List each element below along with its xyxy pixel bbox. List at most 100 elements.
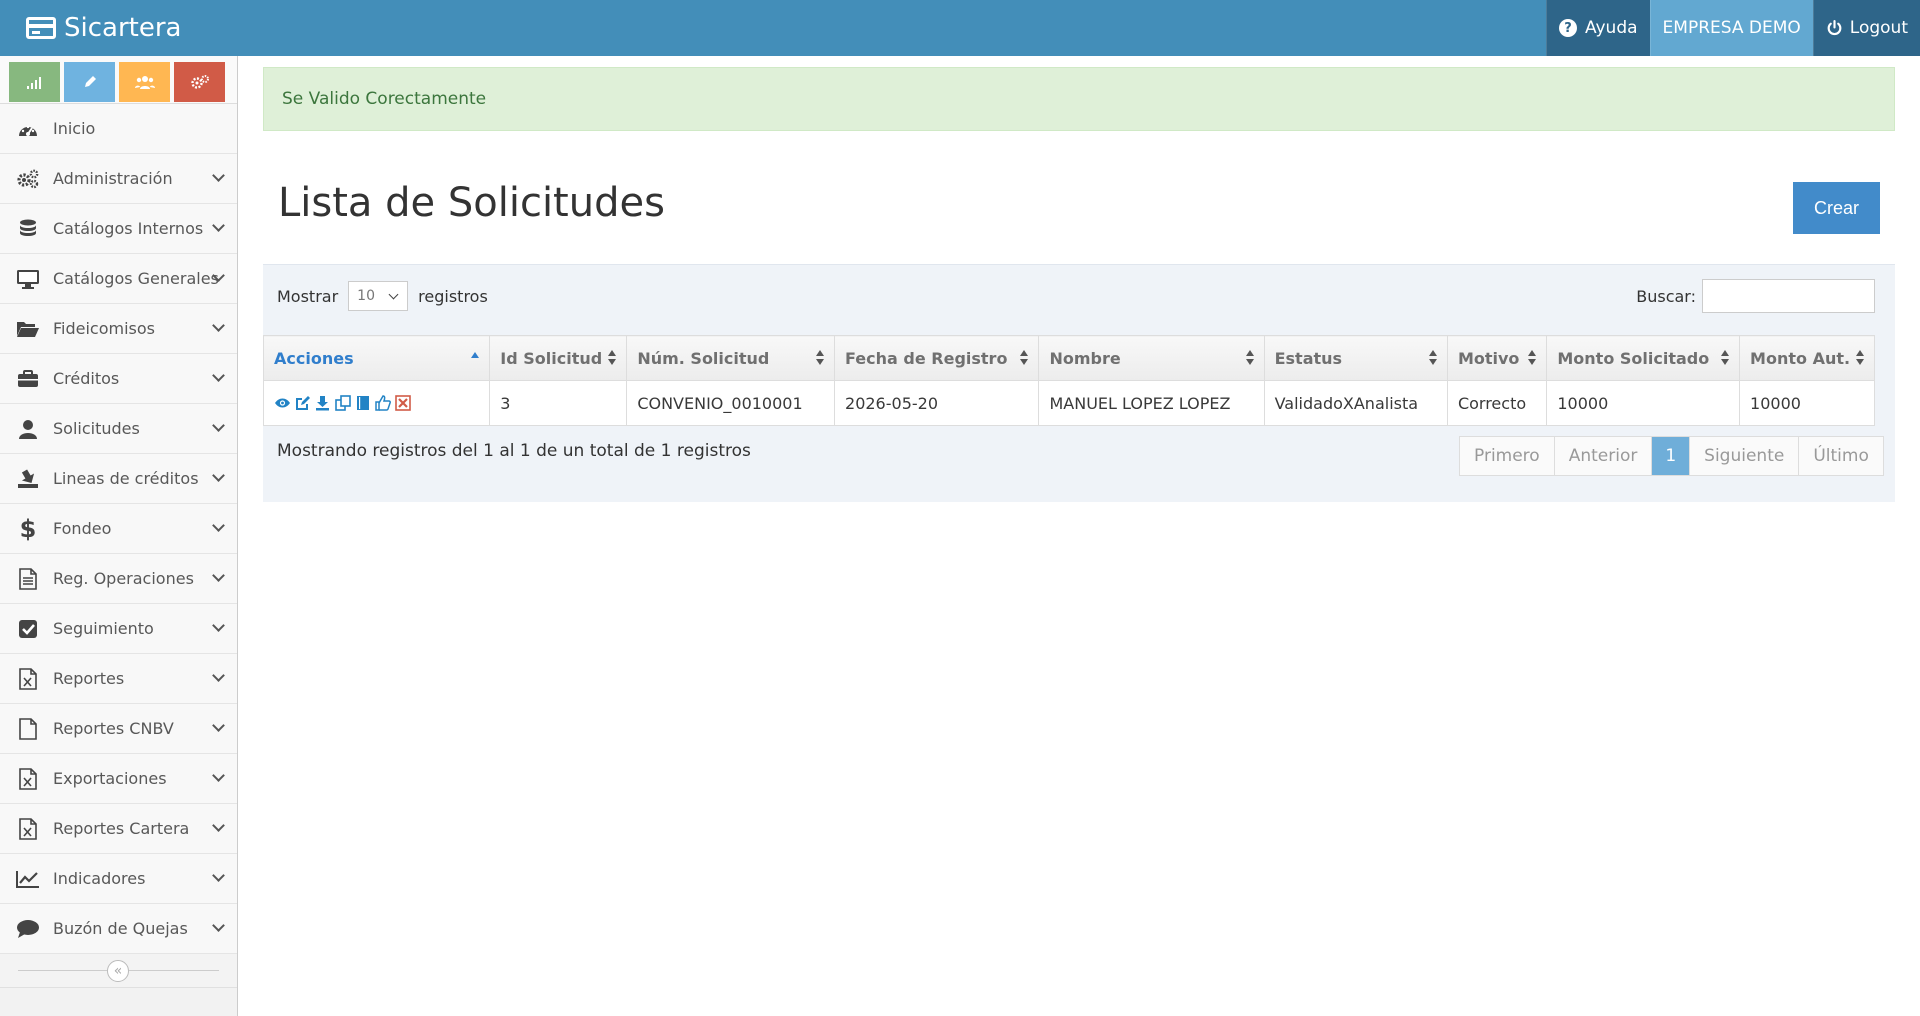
column-header-label: Monto Aut.	[1750, 348, 1851, 368]
company-badge[interactable]: EMPRESA DEMO	[1649, 0, 1813, 56]
thumbs-up-icon[interactable]	[374, 395, 391, 412]
sidebar-item-fideicomisos[interactable]: Fideicomisos	[0, 304, 237, 354]
pagination-next[interactable]: Siguiente	[1690, 437, 1800, 475]
cell-motivo: Correcto	[1446, 380, 1548, 426]
create-button[interactable]: Crear	[1793, 182, 1880, 234]
edit-icon[interactable]	[294, 395, 311, 412]
sidebar-shortcuts	[0, 56, 237, 104]
main-content: Se Valido Corectamente Lista de Solicitu…	[239, 56, 1920, 1016]
pagination-first[interactable]: Primero	[1460, 437, 1555, 475]
download-icon[interactable]	[314, 395, 331, 412]
table-info: Mostrando registros del 1 al 1 de un tot…	[277, 441, 751, 461]
cell-id-solicitud: 3	[489, 380, 628, 426]
shortcut-signal-button[interactable]	[9, 62, 60, 102]
help-link[interactable]: ? Ayuda	[1546, 0, 1650, 56]
briefcase-icon	[15, 369, 41, 388]
column-header-fecha-registro[interactable]: Fecha de Registro	[834, 335, 1040, 381]
line-chart-icon	[15, 870, 41, 888]
column-header-label: Fecha de Registro	[845, 348, 1008, 368]
cogs-icon	[190, 75, 209, 89]
sort-icon	[608, 350, 617, 366]
file-icon	[15, 717, 41, 740]
sidebar-item-fondeo[interactable]: $ Fondeo	[0, 504, 237, 554]
question-circle-icon: ?	[1559, 19, 1578, 37]
sidebar-item-reportes-cartera[interactable]: Reportes Cartera	[0, 804, 237, 854]
file-excel-icon	[15, 817, 41, 840]
cell-nombre: MANUEL LOPEZ LOPEZ	[1038, 380, 1265, 426]
table-row: 3 CONVENIO_0010001 2026-05-20 MANUEL LOP…	[262, 380, 1875, 426]
shortcut-cogs-button[interactable]	[174, 62, 225, 102]
sidebar-item-reportes[interactable]: Reportes	[0, 654, 237, 704]
column-header-acciones[interactable]: Acciones	[262, 335, 491, 381]
sidebar-item-label: Fideicomisos	[53, 319, 156, 338]
delete-icon[interactable]	[394, 395, 411, 412]
cell-monto-solicitado: 10000	[1546, 380, 1741, 426]
row-actions	[274, 395, 479, 412]
desktop-icon	[15, 269, 41, 289]
sidebar-item-label: Créditos	[53, 369, 120, 388]
sidebar-item-label: Reportes CNBV	[53, 719, 174, 738]
sidebar-item-catalogos-internos[interactable]: Catálogos Internos	[0, 204, 237, 254]
sidebar: Inicio Administración Catálogos Internos…	[0, 56, 238, 1016]
column-header-num-solicitud[interactable]: Núm. Solicitud	[626, 335, 836, 381]
length-control: Mostrar 10 registros	[277, 281, 488, 311]
logout-link[interactable]: Logout	[1812, 0, 1920, 56]
column-header-label: Acciones	[274, 348, 354, 368]
sort-icon	[1721, 350, 1730, 366]
column-header-id-solicitud[interactable]: Id Solicitud	[489, 335, 628, 381]
success-alert: Se Valido Corectamente	[263, 67, 1895, 131]
sidebar-item-indicadores[interactable]: Indicadores	[0, 854, 237, 904]
column-header-motivo[interactable]: Motivo	[1446, 335, 1548, 381]
pagination-last[interactable]: Último	[1799, 437, 1883, 475]
column-header-label: Motivo	[1457, 348, 1520, 368]
column-header-monto-aut[interactable]: Monto Aut.	[1739, 335, 1875, 381]
copy-icon[interactable]	[334, 395, 351, 412]
sidebar-item-label: Fondeo	[53, 519, 112, 538]
sidebar-item-label: Administración	[53, 169, 173, 188]
column-header-label: Núm. Solicitud	[637, 348, 770, 368]
pagination-previous[interactable]: Anterior	[1554, 437, 1653, 475]
column-header-estatus[interactable]: Estatus	[1263, 335, 1448, 381]
sidebar-item-inicio[interactable]: Inicio	[0, 104, 237, 154]
sidebar-item-creditos[interactable]: Créditos	[0, 354, 237, 404]
sidebar-item-label: Buzón de Quejas	[53, 919, 188, 938]
sidebar-item-lineas-de-creditos[interactable]: Lineas de créditos	[0, 454, 237, 504]
book-icon[interactable]	[354, 395, 371, 412]
search-input[interactable]	[1702, 279, 1875, 313]
sidebar-item-label: Reportes Cartera	[53, 819, 190, 838]
sidebar-item-seguimiento[interactable]: Seguimiento	[0, 604, 237, 654]
column-header-nombre[interactable]: Nombre	[1038, 335, 1265, 381]
pagination-page-1[interactable]: 1	[1652, 437, 1691, 475]
database-icon	[15, 219, 41, 239]
signal-icon	[26, 77, 41, 89]
cell-monto-aut: 10000	[1739, 380, 1875, 426]
sidebar-item-label: Exportaciones	[53, 769, 167, 788]
sidebar-item-reportes-cnbv[interactable]: Reportes CNBV	[0, 704, 237, 754]
shortcut-pencil-button[interactable]	[64, 62, 115, 102]
shortcut-users-button[interactable]	[119, 62, 170, 102]
sidebar-item-buzon-de-quejas[interactable]: Buzón de Quejas	[0, 904, 237, 954]
cogs-icon	[15, 169, 41, 189]
sidebar-item-administracion[interactable]: Administración	[0, 154, 237, 204]
column-header-monto-solicitado[interactable]: Monto Solicitado	[1546, 335, 1741, 381]
sidebar-item-reg-operaciones[interactable]: Reg. Operaciones	[0, 554, 237, 604]
page-title: Lista de Solicitudes	[278, 180, 665, 226]
sort-icon	[1428, 350, 1437, 366]
sidebar-item-catalogos-generales[interactable]: Catálogos Generales	[0, 254, 237, 304]
brand[interactable]: Sicartera	[26, 0, 181, 56]
sidebar-item-label: Reg. Operaciones	[53, 569, 194, 588]
length-select[interactable]: 10	[348, 281, 409, 311]
sidebar-item-exportaciones[interactable]: Exportaciones	[0, 754, 237, 804]
double-chevron-left-icon[interactable]: «	[107, 960, 129, 982]
sidebar-item-solicitudes[interactable]: Solicitudes	[0, 404, 237, 454]
sidebar-collapse-bar: «	[0, 954, 237, 988]
length-suffix: registros	[418, 286, 488, 306]
datatable-wrapper: Mostrar 10 registros Buscar: Acciones Id…	[262, 264, 1895, 502]
help-label: Ayuda	[1585, 18, 1638, 38]
sidebar-item-label: Seguimiento	[53, 619, 154, 638]
sidebar-item-label: Catálogos Generales	[53, 269, 219, 288]
navbar-right: ? Ayuda EMPRESA DEMO Logout	[1546, 0, 1920, 56]
view-icon[interactable]	[274, 395, 291, 412]
company-label: EMPRESA DEMO	[1662, 18, 1801, 38]
top-navbar: Sicartera ? Ayuda EMPRESA DEMO Logout	[0, 0, 1920, 56]
